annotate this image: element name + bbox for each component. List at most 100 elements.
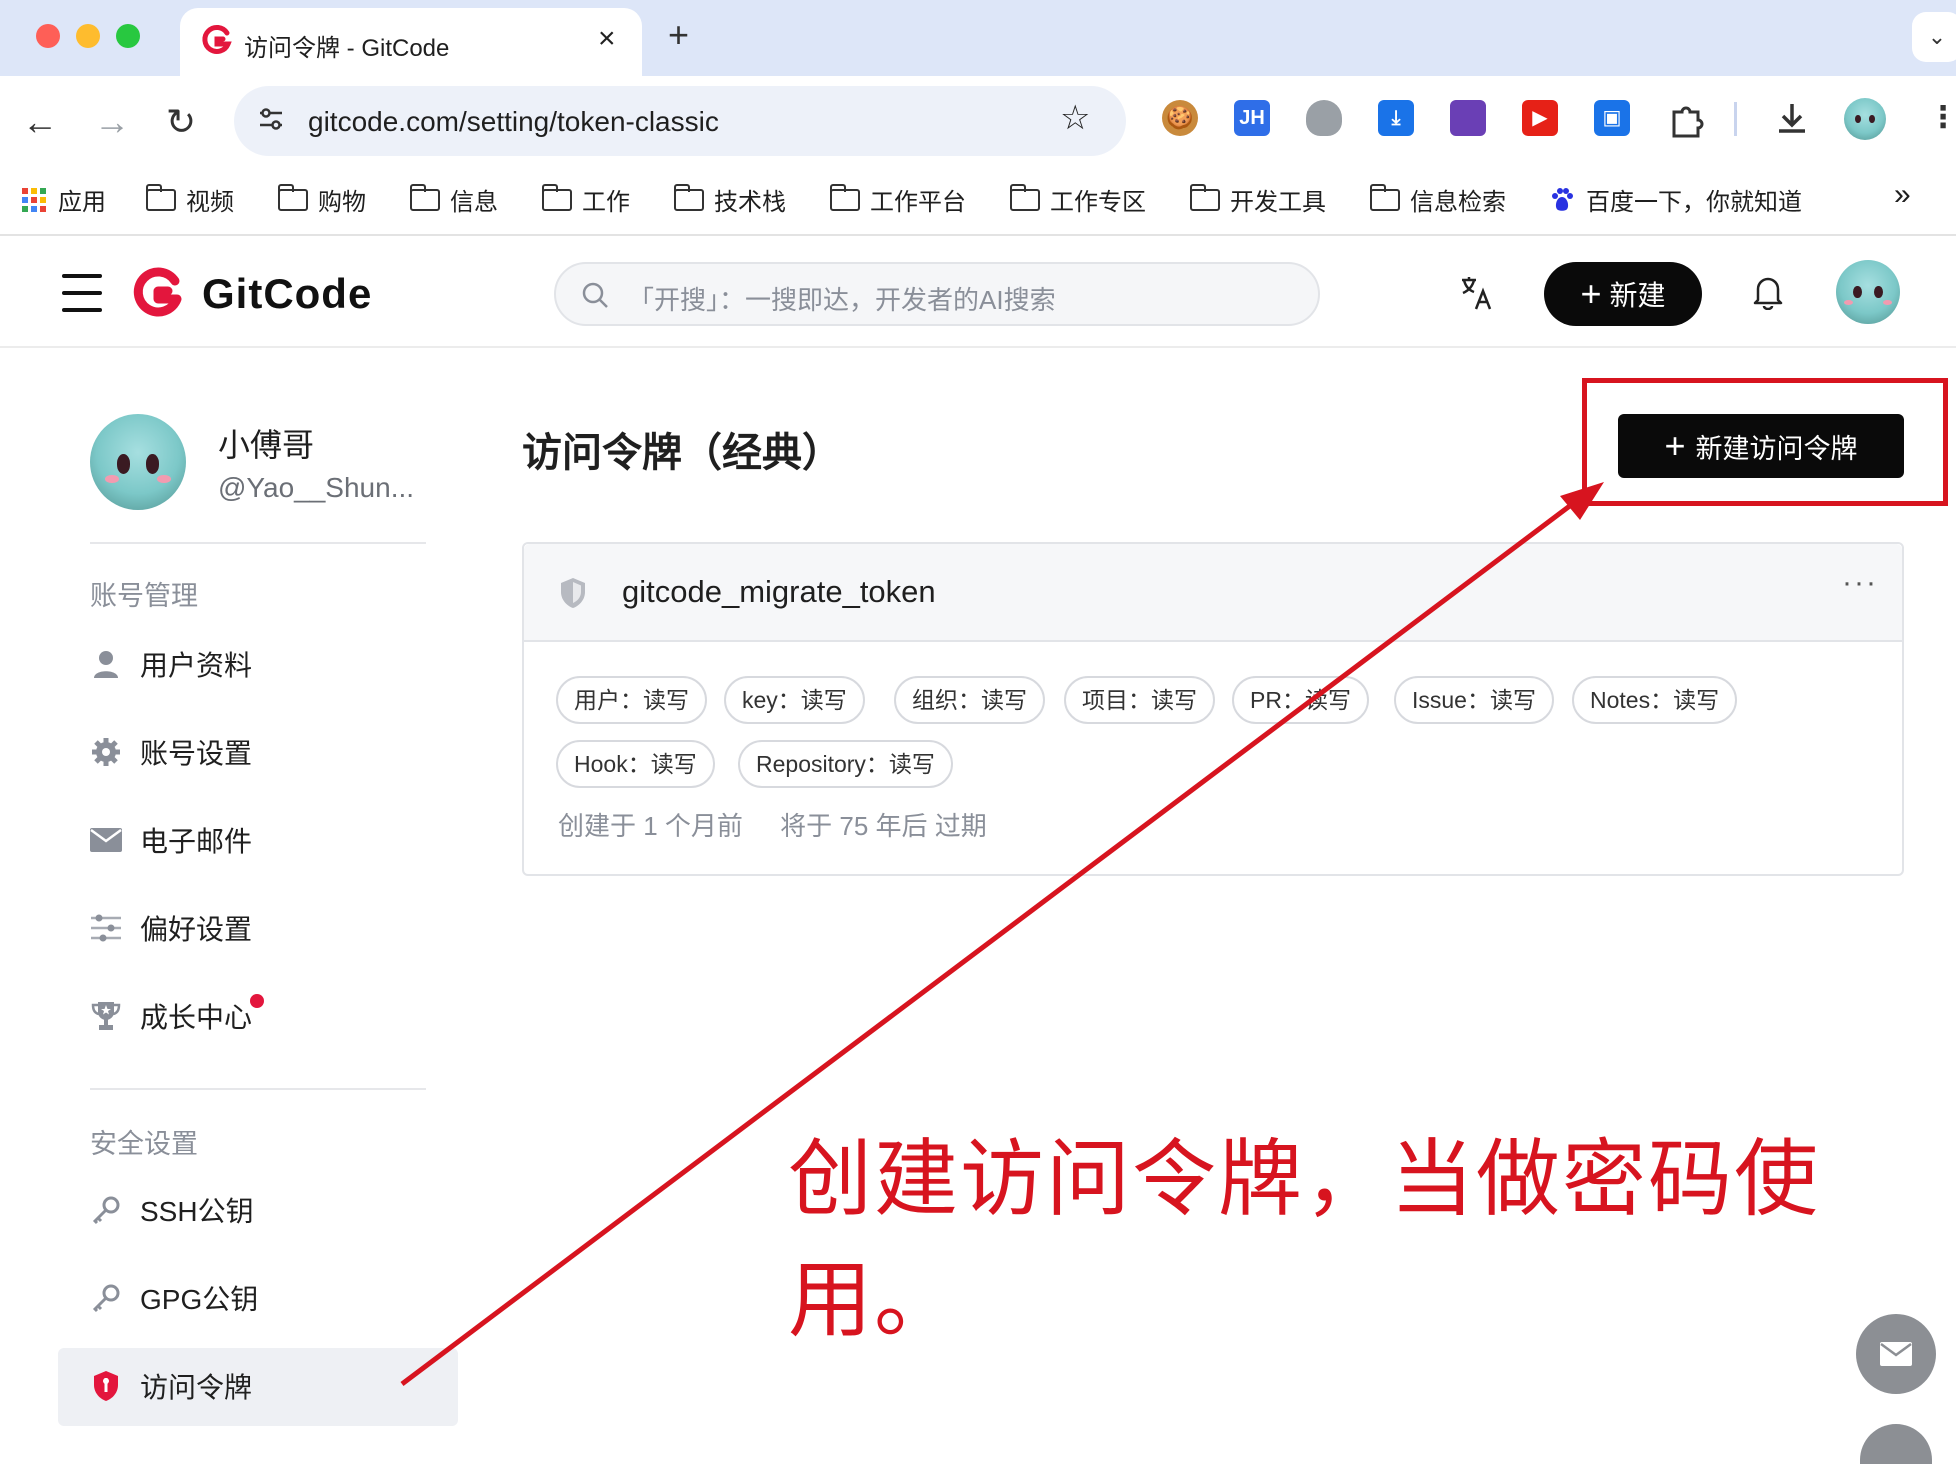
annotation-highlight-box xyxy=(1582,378,1948,506)
translate-icon[interactable] xyxy=(1458,274,1496,312)
bookmark-label: 工作专区 xyxy=(1050,189,1146,216)
bookmark-label: 开发工具 xyxy=(1230,189,1326,216)
downloads-icon[interactable] xyxy=(1772,98,1812,138)
sidebar-item[interactable]: 偏好设置 xyxy=(90,898,420,958)
youtube-extension-icon[interactable]: ▶ xyxy=(1522,100,1558,136)
bookmarks-overflow-button[interactable]: » xyxy=(1894,178,1911,212)
feedback-mail-button[interactable] xyxy=(1856,1314,1936,1394)
browser-toolbar: ← → ↻ gitcode.com/setting/token-classic … xyxy=(0,76,1956,168)
browser-menu-button[interactable]: ⋮ xyxy=(1928,98,1956,138)
bookmark-item[interactable]: 购物 xyxy=(277,182,366,217)
permission-chip: PR：读写 xyxy=(1232,676,1369,724)
sidebar-item-label: 账号设置 xyxy=(140,738,253,769)
bookmark-item[interactable]: 信息检索 xyxy=(1369,182,1506,217)
cookie-extension-icon[interactable]: 🍪 xyxy=(1162,100,1198,136)
sidebar-item-label: SSH公钥 xyxy=(140,1196,254,1227)
search-input[interactable]: 「开搜」：一搜即达，开发者的AI搜索 xyxy=(554,262,1320,326)
notification-dot xyxy=(250,994,264,1008)
profile-name: 小傅哥 xyxy=(218,427,315,463)
close-window-button[interactable] xyxy=(36,24,60,48)
apps-grid-icon xyxy=(22,187,46,212)
back-button[interactable]: ← xyxy=(22,102,58,142)
maximize-window-button[interactable] xyxy=(116,24,140,48)
bookmark-label: 信息 xyxy=(450,189,498,216)
token-meta: 创建于 1 个月前 将于 75 年后 过期 xyxy=(558,806,1017,843)
sidebar-item-label: 用户资料 xyxy=(140,650,253,681)
bookmark-item[interactable]: 工作专区 xyxy=(1009,182,1146,217)
logo-text[interactable]: GitCode xyxy=(202,270,372,318)
bookmark-star-icon[interactable]: ☆ xyxy=(1060,98,1090,138)
permission-chip: 组织：读写 xyxy=(894,676,1045,724)
bookmark-item[interactable]: 开发工具 xyxy=(1189,182,1326,217)
token-expires: 将于 75 年后 过期 xyxy=(780,811,987,841)
sidebar-item[interactable]: 账号设置 xyxy=(90,722,420,782)
profile-avatar[interactable] xyxy=(90,414,186,510)
forward-button[interactable]: → xyxy=(94,102,130,142)
mail-icon xyxy=(90,824,122,856)
site-settings-icon[interactable] xyxy=(256,104,286,134)
search-placeholder: 「开搜」：一搜即达，开发者的AI搜索 xyxy=(628,285,1056,315)
sidebar-item[interactable]: 电子邮件 xyxy=(90,810,420,870)
bookmark-label: 工作 xyxy=(582,189,630,216)
bookmark-item[interactable]: 信息 xyxy=(409,182,498,217)
folder-icon xyxy=(673,183,704,211)
gitcode-logo-icon[interactable] xyxy=(130,266,184,320)
url-text[interactable]: gitcode.com/setting/token-classic xyxy=(308,106,719,138)
address-bar[interactable]: gitcode.com/setting/token-classic ☆ xyxy=(234,86,1126,156)
new-button[interactable]: + 新建 xyxy=(1544,262,1702,326)
permission-chip: 项目：读写 xyxy=(1064,676,1215,724)
bookmark-label: 技术栈 xyxy=(714,189,786,216)
minimize-window-button[interactable] xyxy=(76,24,100,48)
token-card: gitcode_migrate_token ··· 用户：读写 key：读写 组织：… xyxy=(522,542,1904,876)
sidebar-item[interactable]: 用户资料 xyxy=(90,634,420,694)
bookmarks-bar: 应用 视频 购物 信息 工作 技术栈 工作平台 工作专区 开发工具 信息检索 百度一下，你就知道 » xyxy=(0,168,1956,236)
permission-chip: Issue：读写 xyxy=(1394,676,1554,724)
jh-extension-icon[interactable]: JH xyxy=(1234,100,1270,136)
permission-chip: key：读写 xyxy=(724,676,865,724)
browser-profile-avatar[interactable] xyxy=(1844,98,1886,140)
extensions-puzzle-icon[interactable] xyxy=(1666,100,1706,140)
permission-chip: Hook：读写 xyxy=(556,740,715,788)
tab-close-button[interactable]: × xyxy=(598,22,616,56)
download-arrow-extension-icon[interactable]: ⤓ xyxy=(1378,100,1414,136)
sidebar-divider xyxy=(90,542,426,544)
colorful-extension-icon[interactable] xyxy=(1450,100,1486,136)
sidebar-item[interactable]: 访问令牌 xyxy=(90,1356,420,1416)
bookmark-item[interactable]: 视频 xyxy=(145,182,234,217)
search-icon xyxy=(582,282,608,308)
bookmark-item[interactable]: 工作平台 xyxy=(829,182,966,217)
sidebar-item-ssh[interactable]: SSH公钥 xyxy=(90,1180,420,1240)
profile-handle: @Yao__Shun... xyxy=(218,472,415,503)
folder-icon xyxy=(1189,183,1220,211)
new-tab-button[interactable]: + xyxy=(668,14,689,56)
token-name: gitcode_migrate_token xyxy=(622,574,936,609)
shield-extension-icon[interactable] xyxy=(1306,100,1342,136)
screen-extension-icon[interactable]: ▣ xyxy=(1594,100,1630,136)
sidebar-item-gpg[interactable]: GPG公钥 xyxy=(90,1268,420,1328)
shield-icon xyxy=(90,1370,122,1402)
reload-button[interactable]: ↻ xyxy=(166,102,196,142)
bookmark-label: 应用 xyxy=(58,189,106,216)
user-avatar[interactable] xyxy=(1836,260,1900,324)
sliders-icon xyxy=(90,912,122,944)
bookmark-item[interactable]: 工作 xyxy=(541,182,630,217)
sidebar-item-label: 成长中心 xyxy=(140,1002,253,1033)
folder-icon xyxy=(1369,183,1400,211)
floating-button-partial[interactable] xyxy=(1860,1424,1932,1464)
notification-bell-icon[interactable] xyxy=(1750,272,1786,310)
bookmark-item[interactable]: 应用 xyxy=(20,182,106,217)
browser-tab-active[interactable]: 访问令牌 - GitCode × xyxy=(180,8,642,76)
sidebar-divider xyxy=(90,1088,426,1090)
token-more-options-button[interactable]: ··· xyxy=(1842,566,1878,600)
tab-search-button[interactable]: ⌄ xyxy=(1912,12,1956,62)
bookmark-item[interactable]: 技术栈 xyxy=(673,182,786,217)
toolbar-divider xyxy=(1734,102,1737,136)
bookmark-label: 百度一下，你就知道 xyxy=(1586,189,1802,216)
token-created: 创建于 1 个月前 xyxy=(558,811,743,841)
user-icon xyxy=(90,648,122,680)
bookmark-item[interactable]: 百度一下，你就知道 xyxy=(1548,182,1802,217)
permission-chip: Repository：读写 xyxy=(738,740,953,788)
mail-icon xyxy=(1880,1342,1912,1366)
trophy-icon xyxy=(90,1000,122,1032)
hamburger-menu-icon[interactable] xyxy=(62,274,102,312)
